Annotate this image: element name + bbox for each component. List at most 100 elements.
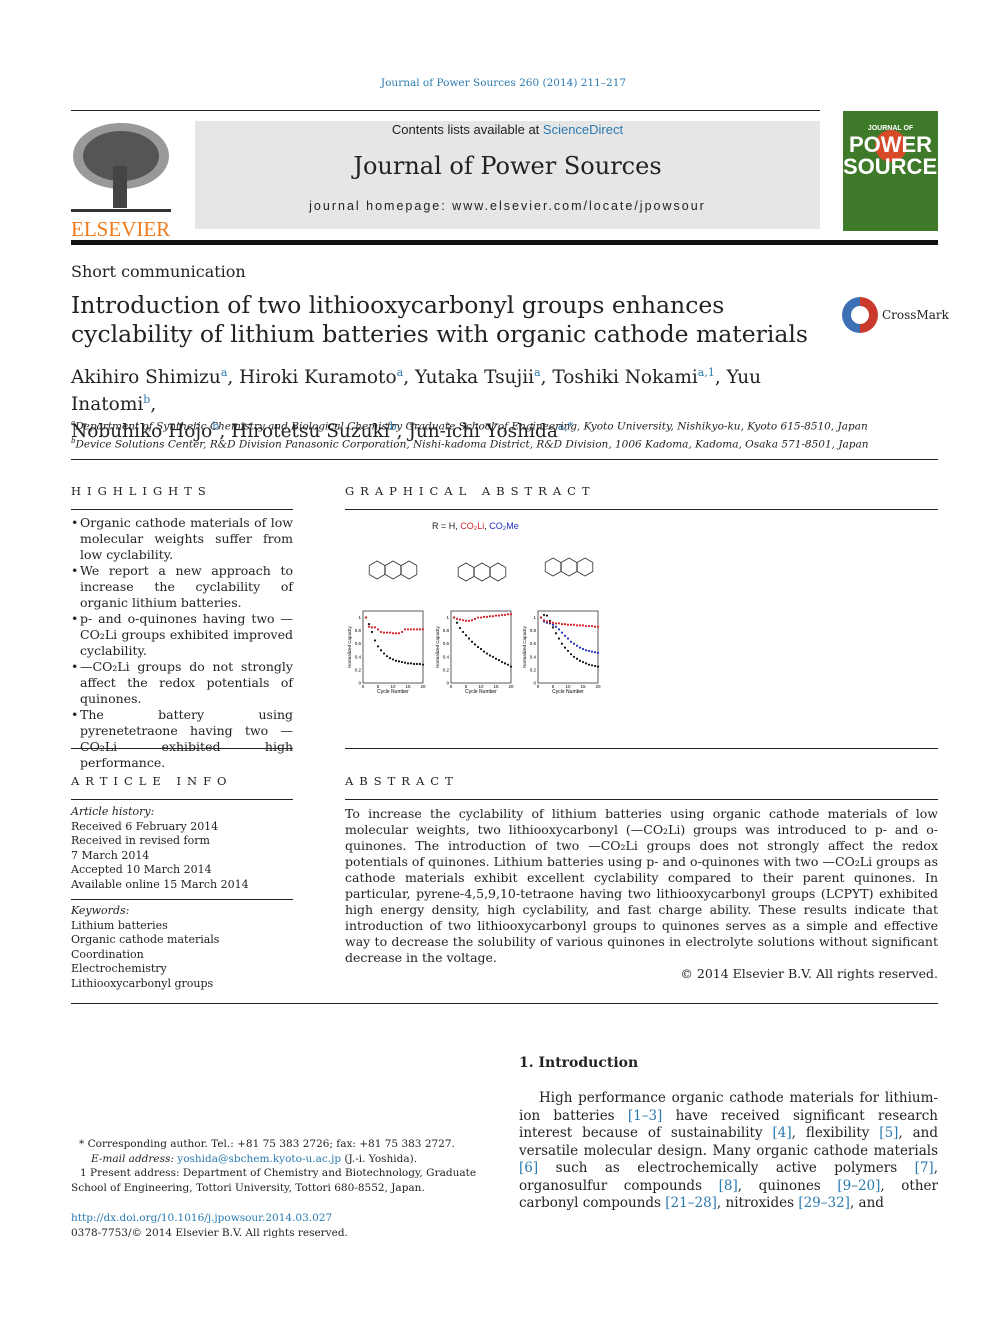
data-point (379, 630, 383, 634)
citation-link[interactable]: [5] (879, 1125, 898, 1141)
data-point (503, 662, 507, 665)
data-point (554, 622, 558, 625)
citation-link[interactable]: [7] (915, 1160, 934, 1176)
keyword[interactable]: Lithium batteries (71, 919, 293, 934)
elsevier-tree-icon (71, 121, 171, 216)
author[interactable]: Toshiki Nokami (552, 367, 697, 388)
data-point (458, 626, 462, 630)
data-point (569, 653, 573, 656)
data-point (566, 623, 570, 626)
data-point (584, 662, 588, 665)
data-point (569, 623, 573, 626)
email-label: E-mail address: (91, 1152, 178, 1165)
x-tick-label: 15 (580, 684, 586, 689)
keywords: Lithium batteries Organic cathode materia… (71, 919, 293, 992)
data-point (397, 632, 401, 635)
y-tick-label: 0.6 (530, 641, 537, 646)
highlights-list: Organic cathode materials of low molecul… (71, 515, 293, 771)
data-point (409, 628, 413, 631)
highlight-item: Organic cathode materials of low molecul… (71, 515, 293, 563)
journal-title: Journal of Power Sources (353, 152, 662, 180)
y-tick-label: 0.2 (443, 667, 450, 672)
contents-label: Contents lists available at (391, 122, 543, 137)
sciencedirect-link[interactable]: ScienceDirect (543, 122, 623, 137)
data-point (584, 649, 588, 652)
crossmark-button[interactable]: CrossMark (842, 297, 949, 333)
data-point (593, 651, 597, 654)
data-point (569, 640, 573, 643)
data-point (500, 660, 504, 664)
journal-homepage[interactable]: journal homepage: www.elsevier.com/locat… (195, 199, 820, 213)
y-axis-label: Normalized Capacity (522, 625, 527, 667)
data-point (370, 630, 374, 634)
email-link[interactable]: yoshida@sbchem.kyoto-u.ac.jp (177, 1153, 341, 1165)
citation-link[interactable]: [1–3] (628, 1108, 662, 1124)
x-axis-label: Cycle Number (377, 689, 409, 695)
citation-link[interactable]: [6] (519, 1160, 538, 1176)
citation-link[interactable]: [4] (773, 1125, 792, 1141)
data-point (458, 618, 462, 621)
data-point (593, 625, 597, 628)
data-point (497, 658, 501, 662)
data-point (491, 615, 495, 618)
citation-link[interactable]: [29–32] (798, 1195, 850, 1211)
data-point (497, 614, 501, 617)
abstract-heading: ABSTRACT (345, 774, 459, 788)
data-point (406, 662, 410, 665)
data-point (488, 615, 492, 618)
author-affiliation-marker[interactable]: a (534, 366, 541, 379)
divider (71, 1003, 938, 1004)
data-point (418, 662, 422, 666)
author[interactable]: Akihiro Shimizu (71, 367, 221, 388)
data-point (551, 621, 555, 624)
data-point (373, 639, 377, 642)
data-point (455, 621, 459, 624)
highlight-item: —CO₂Li groups do not strongly affect the… (71, 659, 293, 707)
keyword[interactable]: Electrochemistry (71, 962, 293, 977)
author-affiliation-marker[interactable]: a,1 (698, 366, 715, 379)
y-axis-label: Normalized Capacity (435, 625, 440, 667)
data-point (575, 644, 579, 647)
journal-cover[interactable]: JOURNAL OF POWERSOURCES (843, 111, 938, 231)
molecule-ring (457, 562, 475, 582)
data-point (482, 650, 486, 653)
data-point (572, 655, 576, 658)
author[interactable]: Yutaka Tsujii (415, 367, 534, 388)
keyword[interactable]: Coordination (71, 948, 293, 963)
author-affiliation-marker[interactable]: b (143, 393, 150, 406)
keyword[interactable]: Lithiooxycarbonyl groups (71, 977, 293, 992)
elsevier-logo[interactable]: ELSEVIER (71, 121, 171, 240)
y-tick-label: 0.8 (443, 628, 450, 633)
x-tick-label: 10 (478, 684, 484, 689)
author[interactable]: Hiroki Kuramoto (239, 367, 397, 388)
y-tick-label: 0.8 (530, 628, 537, 633)
data-point (406, 628, 410, 631)
data-point (400, 660, 404, 664)
journal-citation-link[interactable]: Journal of Power Sources 260 (2014) 211–… (0, 77, 992, 89)
affiliation: aDepartment of Synthetic Chemistry and B… (71, 419, 868, 433)
citation-link[interactable]: [21–28] (665, 1195, 717, 1211)
data-point (421, 628, 425, 631)
doi-link[interactable]: http://dx.doi.org/10.1016/j.jpowsour.201… (71, 1212, 332, 1224)
divider (71, 110, 820, 111)
data-point (370, 626, 374, 629)
citation-link[interactable]: [9–20] (837, 1178, 880, 1194)
data-point (455, 617, 459, 620)
keyword[interactable]: Organic cathode materials (71, 933, 293, 948)
data-point (479, 616, 483, 619)
author-affiliation-marker[interactable]: a (221, 366, 228, 379)
data-point (587, 624, 591, 628)
history-entry: Received 6 February 2014 (71, 819, 219, 833)
data-point (596, 625, 600, 628)
graphical-abstract-heading: GRAPHICAL ABSTRACT (345, 484, 596, 498)
author-affiliation-marker[interactable]: a (397, 366, 404, 379)
x-tick-label: 0 (362, 684, 365, 689)
x-tick-label: 10 (390, 684, 396, 689)
divider (345, 509, 938, 510)
data-point (485, 615, 489, 618)
citation-link[interactable]: [8] (719, 1178, 738, 1194)
data-point (421, 663, 425, 666)
molecule-ring (368, 560, 386, 580)
data-point (554, 625, 558, 628)
data-point (376, 628, 380, 631)
